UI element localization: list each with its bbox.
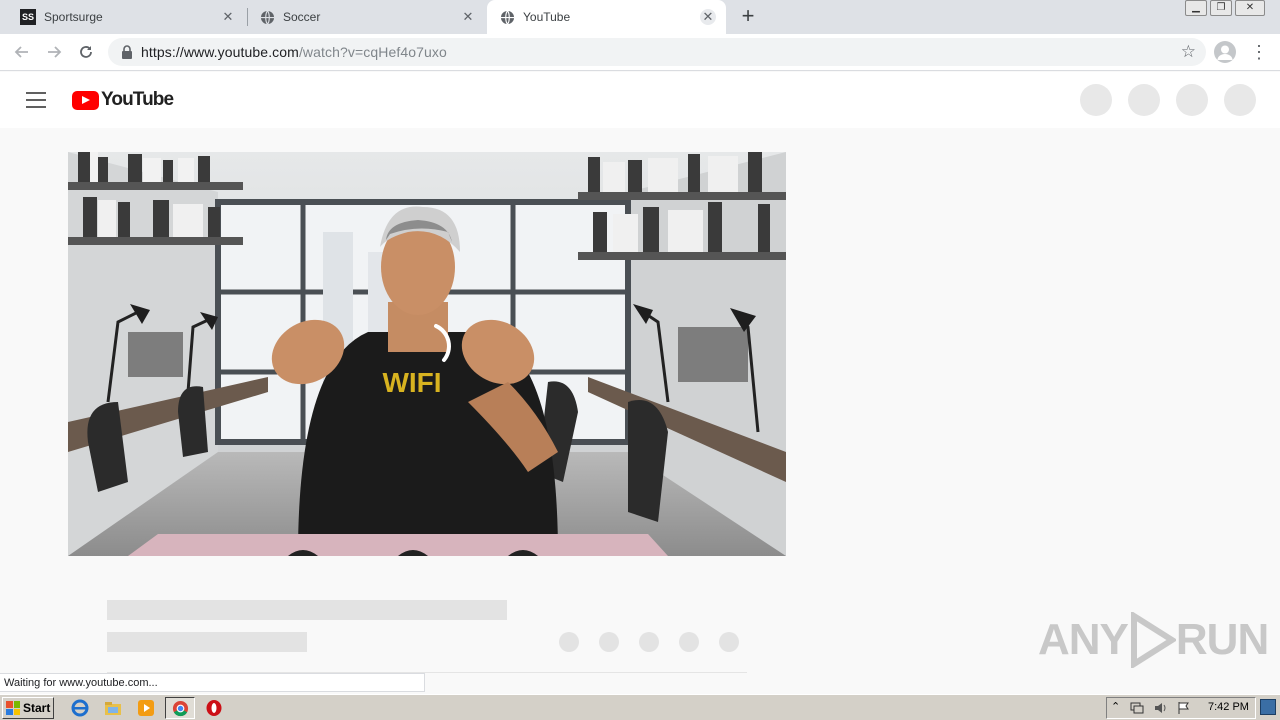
arrow-left-icon [14, 46, 28, 58]
window-controls: ▁ ❐ ✕ [1182, 0, 1265, 18]
chrome-taskbar-button[interactable] [165, 697, 195, 719]
shirt-text: WIFI [382, 367, 441, 398]
tab-strip: SS Sportsurge ✕ Soccer ✕ YouTube ✕ + ▁ ❐… [0, 0, 1280, 34]
url-text: https://www.youtube.com/watch?v=cqHef4o7… [141, 44, 447, 60]
windows-flag-icon [6, 701, 20, 715]
clock[interactable]: 7:42 PM [1208, 701, 1249, 713]
youtube-header: YouTube [0, 72, 1280, 128]
forward-button[interactable] [41, 39, 67, 65]
close-tab-icon[interactable]: ✕ [220, 9, 236, 25]
profile-avatar-icon[interactable] [1214, 41, 1236, 63]
browser-toolbar: https://www.youtube.com/watch?v=cqHef4o7… [0, 34, 1280, 71]
watermark-right-text: RUN [1175, 615, 1269, 664]
action-placeholder [719, 632, 739, 652]
restore-button[interactable]: ❐ [1210, 0, 1232, 16]
internet-explorer-icon[interactable] [71, 699, 89, 717]
reload-icon [80, 46, 92, 58]
video-player[interactable]: WIFI [68, 152, 786, 556]
bookmark-star-icon[interactable]: ☆ [1181, 42, 1196, 62]
lock-icon [122, 45, 132, 59]
youtube-logo-text: YouTube [101, 89, 174, 110]
header-placeholder-button[interactable] [1128, 84, 1160, 116]
action-placeholder [559, 632, 579, 652]
action-placeholder [599, 632, 619, 652]
anyrun-watermark: ANY RUN [1038, 610, 1269, 670]
explorer-folder-icon[interactable] [104, 699, 122, 717]
sportsurge-favicon: SS [20, 9, 36, 25]
header-placeholder-button[interactable] [1224, 84, 1256, 116]
start-button[interactable]: Start [2, 697, 54, 719]
browser-menu-icon[interactable]: ⋮ [1250, 39, 1268, 65]
show-desktop-button[interactable] [1260, 699, 1276, 715]
chevron-up-icon[interactable]: ⌃ [1111, 700, 1120, 713]
header-placeholder-button[interactable] [1080, 84, 1112, 116]
tab-title: Soccer [283, 10, 321, 24]
tab-youtube[interactable]: YouTube ✕ [487, 0, 726, 34]
new-tab-button[interactable]: + [736, 5, 760, 29]
address-bar[interactable]: https://www.youtube.com/watch?v=cqHef4o7… [108, 38, 1206, 66]
minimize-button[interactable]: ▁ [1185, 0, 1207, 16]
video-frame: WIFI [68, 152, 786, 556]
volume-icon[interactable] [1153, 701, 1167, 715]
action-center-flag-icon[interactable] [1177, 701, 1191, 715]
play-logo-icon [1130, 612, 1176, 668]
watermark-left-text: ANY [1038, 615, 1129, 664]
start-label: Start [23, 701, 51, 715]
youtube-play-icon [72, 90, 99, 110]
arrow-right-icon [48, 46, 62, 58]
hamburger-menu-icon[interactable] [26, 92, 46, 108]
windows-taskbar: Start ⌃ 7:42 PM [0, 694, 1280, 720]
url-path: /watch?v=cqHef4o7uxo [298, 44, 447, 60]
close-tab-icon[interactable]: ✕ [700, 9, 716, 25]
meta-placeholder [107, 632, 307, 652]
close-window-button[interactable]: ✕ [1235, 0, 1265, 16]
status-bubble: Waiting for www.youtube.com... [0, 673, 425, 692]
action-placeholder [639, 632, 659, 652]
media-player-icon[interactable] [137, 699, 155, 717]
chrome-icon [172, 700, 189, 717]
back-button[interactable] [9, 39, 35, 65]
youtube-logo[interactable]: YouTube [72, 89, 174, 110]
tab-title: Sportsurge [44, 10, 103, 24]
network-icon[interactable] [1130, 701, 1144, 715]
close-tab-icon[interactable]: ✕ [460, 9, 476, 25]
url-host: https://www.youtube.com [141, 44, 299, 60]
header-placeholder-button[interactable] [1176, 84, 1208, 116]
tab-soccer[interactable]: Soccer ✕ [239, 0, 486, 34]
action-placeholder [679, 632, 699, 652]
opera-icon[interactable] [205, 699, 223, 717]
tab-sportsurge[interactable]: SS Sportsurge ✕ [0, 0, 246, 34]
tab-title: YouTube [523, 10, 571, 24]
globe-icon [499, 9, 515, 25]
title-placeholder [107, 600, 507, 620]
globe-icon [259, 9, 275, 25]
reload-button[interactable] [73, 39, 99, 65]
